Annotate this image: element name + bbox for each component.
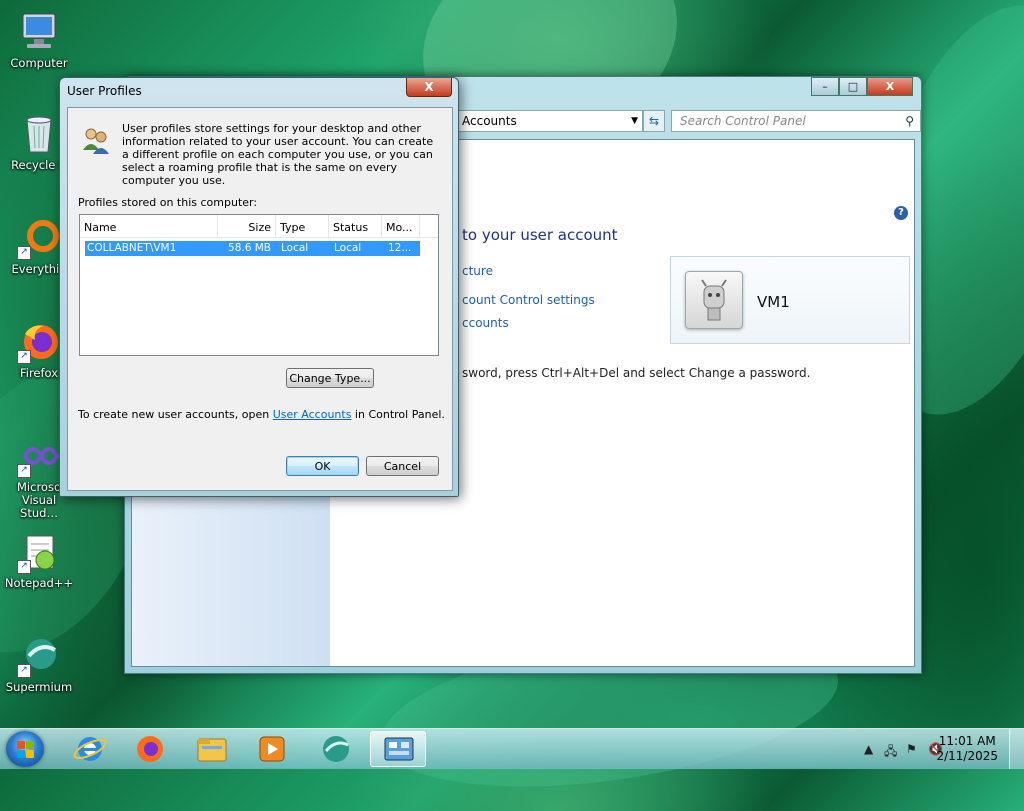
desktop-icon-label: Supermium	[5, 680, 73, 694]
desktop-icon-notepad-plus-plus[interactable]: ↗ Notepad++	[2, 530, 76, 590]
list-header: Name Size Type Status Mo...	[80, 215, 438, 238]
windows-logo-icon	[17, 750, 25, 758]
taskbar-media-player[interactable]	[244, 731, 300, 767]
window-controls: – □ X	[811, 77, 913, 96]
table-row[interactable]: COLLABNET\VM1 58.6 MB Local Local 12...	[85, 241, 420, 256]
taskbar-firefox[interactable]	[122, 731, 178, 767]
dialog-body: User profiles store settings for your de…	[67, 107, 453, 491]
shortcut-arrow-icon: ↗	[17, 350, 31, 364]
cell-name: COLLABNET\VM1	[87, 242, 177, 254]
show-hidden-icons-icon[interactable]: ▲	[864, 742, 873, 756]
internet-explorer-icon	[73, 737, 107, 761]
start-button[interactable]	[6, 731, 44, 767]
change-type-button[interactable]: Change Type...	[286, 368, 374, 388]
shortcut-arrow-icon: ↗	[17, 246, 31, 260]
shortcut-arrow-icon: ↗	[17, 560, 31, 574]
file-explorer-icon	[197, 738, 227, 762]
password-hint: sword, press Ctrl+Alt+Del and select Cha…	[462, 366, 811, 380]
everything-search-icon: ↗	[17, 216, 61, 260]
cancel-button[interactable]: Cancel	[366, 456, 439, 476]
taskbar-control-panel[interactable]	[370, 731, 426, 767]
taskbar-supermium[interactable]	[308, 731, 364, 767]
manage-accounts-link[interactable]: ccounts	[462, 316, 509, 330]
avatar	[685, 271, 743, 329]
address-bar[interactable]: Accounts ▼	[455, 110, 643, 132]
search-placeholder: Search Control Panel	[680, 114, 806, 128]
user-profiles-dialog[interactable]: User Profiles X User profiles store sett…	[59, 77, 459, 497]
shortcut-arrow-icon: ↗	[17, 664, 31, 678]
chevron-down-icon[interactable]: ▼	[631, 111, 638, 131]
clock-date: 2/11/2025	[936, 749, 998, 763]
visual-studio-icon: ↗	[17, 434, 61, 478]
taskbar-internet-explorer[interactable]	[62, 731, 118, 767]
media-player-icon	[259, 736, 285, 762]
windows-logo-icon	[26, 750, 34, 758]
firefox-icon	[137, 736, 163, 762]
column-header-modified[interactable]: Mo...	[382, 215, 420, 237]
action-center-flag-icon[interactable]: ⚑	[906, 742, 917, 756]
help-icon[interactable]: ?	[894, 206, 908, 220]
column-header-name[interactable]: Name	[80, 215, 218, 237]
account-card: VM1	[670, 256, 910, 344]
taskbar: ▲ 🖧 ⚑ 🔇 11:01 AM 2/11/2025	[0, 728, 1024, 769]
desktop-icon-computer[interactable]: Computer	[2, 10, 76, 70]
control-panel-icon	[384, 737, 414, 761]
recycle-bin-icon	[17, 112, 61, 156]
clock-time: 11:01 AM	[938, 734, 996, 748]
change-picture-link[interactable]: cture	[462, 264, 493, 278]
search-input[interactable]: Search Control Panel ⚲	[671, 110, 921, 132]
column-header-status[interactable]: Status	[329, 215, 382, 237]
page-title: to your user account	[462, 226, 618, 244]
account-name: VM1	[757, 293, 790, 311]
profiles-list[interactable]: Name Size Type Status Mo... COLLABNET\VM…	[79, 214, 439, 356]
minimize-button[interactable]: –	[811, 77, 839, 96]
column-header-size[interactable]: Size	[218, 215, 276, 237]
taskbar-file-explorer[interactable]	[184, 731, 240, 767]
show-desktop-button[interactable]	[1009, 729, 1024, 769]
uac-settings-link[interactable]: count Control settings	[462, 293, 595, 307]
supermium-icon	[323, 736, 349, 762]
user-accounts-link[interactable]: User Accounts	[273, 408, 352, 421]
network-icon[interactable]: 🖧	[884, 742, 897, 763]
close-button[interactable]: X	[867, 77, 913, 96]
profiles-list-label: Profiles stored on this computer:	[78, 196, 258, 209]
supermium-icon: ↗	[17, 634, 61, 678]
windows-logo-icon	[17, 741, 25, 749]
address-text: Accounts	[462, 114, 517, 128]
desktop-icon-label: Notepad++	[4, 576, 74, 590]
dialog-close-button[interactable]: X	[406, 78, 452, 97]
cell-modified: 12...	[388, 242, 412, 254]
clock[interactable]: 11:01 AM 2/11/2025	[936, 734, 998, 764]
notepad-plus-plus-icon: ↗	[17, 530, 61, 574]
refresh-icon[interactable]: ⇆	[643, 110, 665, 132]
firefox-icon: ↗	[17, 320, 61, 364]
create-accounts-note: To create new user accounts, open User A…	[78, 408, 445, 421]
desktop-icon-supermium[interactable]: ↗ Supermium	[2, 634, 76, 694]
users-icon	[80, 124, 112, 156]
note-text-start: To create new user accounts, open	[78, 408, 273, 421]
windows-logo-icon	[26, 741, 34, 749]
ok-button[interactable]: OK	[286, 456, 359, 476]
desktop-icon-label: Computer	[10, 56, 68, 70]
maximize-button[interactable]: □	[839, 77, 867, 96]
note-text-end: in Control Panel.	[351, 408, 445, 421]
cell-type: Local	[281, 242, 309, 254]
dialog-title: User Profiles	[67, 84, 142, 98]
dialog-description: User profiles store settings for your de…	[122, 122, 434, 187]
search-icon[interactable]: ⚲	[905, 111, 914, 131]
column-header-type[interactable]: Type	[276, 215, 329, 237]
shortcut-arrow-icon: ↗	[17, 464, 31, 478]
cell-size: 58.6 MB	[228, 242, 271, 254]
computer-icon	[17, 10, 61, 54]
cell-status: Local	[334, 242, 362, 254]
system-tray: ▲ 🖧 ⚑ 🔇 11:01 AM 2/11/2025	[834, 729, 1024, 769]
